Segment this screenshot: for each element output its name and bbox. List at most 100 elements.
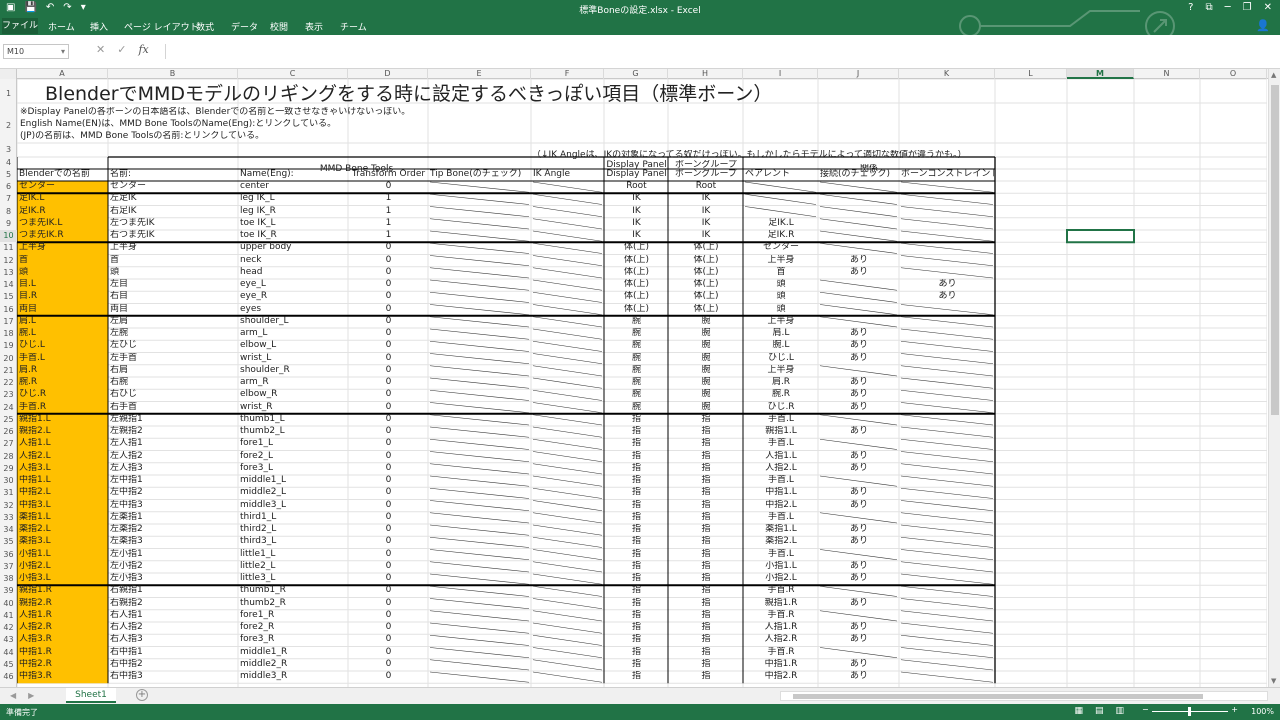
cell-d[interactable]: 0 [350, 585, 427, 596]
name-box[interactable]: M10 ▾ [3, 44, 69, 59]
cell-i[interactable]: 中指2.R [745, 671, 817, 682]
sheet-prev-icon[interactable]: ◀ [10, 691, 16, 700]
cell-a[interactable]: 人指3.R [19, 634, 107, 645]
tab-view[interactable]: 表示 [305, 20, 323, 33]
cell-c[interactable]: center [240, 181, 347, 192]
cell-h[interactable]: 腕 [670, 389, 742, 400]
cell-j[interactable]: あり [820, 426, 898, 437]
cell-c[interactable]: middle1_R [240, 647, 347, 658]
column-header-f[interactable]: F [531, 69, 604, 79]
cell-g[interactable]: 指 [606, 463, 667, 474]
row-header[interactable]: 46 [0, 671, 17, 683]
row-header[interactable]: 45 [0, 659, 17, 671]
cell-d[interactable]: 0 [350, 671, 427, 682]
cell-h[interactable]: 指 [670, 598, 742, 609]
row-header[interactable]: 21 [0, 365, 17, 377]
row-header[interactable]: 15 [0, 291, 17, 303]
column-header-l[interactable]: L [995, 69, 1067, 79]
cell-i[interactable]: 腕.R [745, 389, 817, 400]
cell-j[interactable]: あり [820, 463, 898, 474]
cell-h[interactable]: 指 [670, 500, 742, 511]
cell-h[interactable]: 腕 [670, 328, 742, 339]
cell-c[interactable]: middle2_R [240, 659, 347, 670]
cell-a[interactable]: センター [19, 181, 107, 192]
header-cell-j[interactable]: 接続(のチェック) [820, 169, 898, 180]
zoom-out-icon[interactable]: − [1142, 705, 1149, 714]
cell-g[interactable]: IK [606, 218, 667, 229]
cell-d[interactable]: 0 [350, 475, 427, 486]
cell-i[interactable]: 人指2.L [745, 463, 817, 474]
cell-b[interactable]: 右ひじ [110, 389, 237, 400]
cell-i[interactable]: 足IK.L [745, 218, 817, 229]
header-cell-b[interactable]: 名前: [110, 169, 237, 180]
vertical-scroll-thumb[interactable] [1271, 85, 1279, 415]
column-header-c[interactable]: C [238, 69, 348, 79]
cell-a[interactable]: 首 [19, 255, 107, 266]
zoom-knob[interactable] [1188, 707, 1191, 716]
cell-b[interactable]: 左薬指3 [110, 536, 237, 547]
add-sheet-button[interactable]: + [136, 689, 148, 701]
cell-h[interactable]: 指 [670, 524, 742, 535]
cell-i[interactable]: 手首.L [745, 512, 817, 523]
cell-c[interactable]: elbow_R [240, 389, 347, 400]
row-header[interactable]: 42 [0, 622, 17, 634]
cell-d[interactable]: 0 [350, 536, 427, 547]
cell-c[interactable]: middle3_R [240, 671, 347, 682]
cell-d[interactable]: 0 [350, 610, 427, 621]
cell-i[interactable]: 頭 [745, 279, 817, 290]
cell-b[interactable]: 右目 [110, 291, 237, 302]
cell-b[interactable]: 左肩 [110, 316, 237, 327]
cell-a[interactable]: 薬指3.L [19, 536, 107, 547]
cell-i[interactable]: 首 [745, 267, 817, 278]
cell-h[interactable]: 腕 [670, 365, 742, 376]
cell-g[interactable]: 指 [606, 598, 667, 609]
cell-b[interactable]: 左薬指2 [110, 524, 237, 535]
cell-i[interactable]: 肩.R [745, 377, 817, 388]
cell-d[interactable]: 0 [350, 463, 427, 474]
cell-g[interactable]: 指 [606, 487, 667, 498]
cell-h[interactable]: 指 [670, 622, 742, 633]
insert-function-icon[interactable]: fx [138, 43, 148, 56]
cell-i[interactable]: 人指1.R [745, 622, 817, 633]
cell-g[interactable]: 体(上) [606, 279, 667, 290]
cell-c[interactable]: thumb1_L [240, 414, 347, 425]
formula-input[interactable] [165, 44, 1265, 59]
cell-a[interactable]: 頭 [19, 267, 107, 278]
horizontal-scrollbar[interactable] [780, 691, 1268, 701]
cell-j[interactable]: あり [820, 487, 898, 498]
cell-b[interactable]: 左親指1 [110, 414, 237, 425]
cell-g[interactable]: 指 [606, 622, 667, 633]
column-header-e[interactable]: E [428, 69, 531, 79]
cell-g[interactable]: 指 [606, 475, 667, 486]
cell-d[interactable]: 0 [350, 304, 427, 315]
cell-b[interactable]: 左目 [110, 279, 237, 290]
row-header[interactable]: 29 [0, 463, 17, 475]
cell-i[interactable]: 小指2.L [745, 573, 817, 584]
cell-i[interactable]: 手首.L [745, 475, 817, 486]
cell-b[interactable]: 右人指3 [110, 634, 237, 645]
note-3[interactable]: (JP)の名前は、MMD Bone Toolsの名前:とリンクしている。 [20, 131, 264, 142]
row-header[interactable]: 37 [0, 561, 17, 573]
cell-a[interactable]: 小指3.L [19, 573, 107, 584]
column-header-b[interactable]: B [108, 69, 238, 79]
cell-i[interactable]: 中指1.L [745, 487, 817, 498]
note-1[interactable]: ※Display Panelの各ボーンの日本語名は、Blenderでの名前と一致… [20, 107, 410, 118]
cell-h[interactable]: 指 [670, 536, 742, 547]
cell-d[interactable]: 0 [350, 512, 427, 523]
cell-b[interactable]: 右つま先IK [110, 230, 237, 241]
cell-h[interactable]: 指 [670, 659, 742, 670]
cell-c[interactable]: third1_L [240, 512, 347, 523]
header-cell-f[interactable]: IK Angle [533, 169, 603, 180]
row-header[interactable]: 4 [0, 157, 17, 169]
cell-c[interactable]: neck [240, 255, 347, 266]
cell-d[interactable]: 0 [350, 500, 427, 511]
cell-i[interactable]: 上半身 [745, 316, 817, 327]
row-header[interactable]: 22 [0, 377, 17, 389]
row-header[interactable]: 30 [0, 475, 17, 487]
cell-b[interactable]: 両目 [110, 304, 237, 315]
column-header-o[interactable]: O [1200, 69, 1267, 79]
cell-b[interactable]: 左小指2 [110, 561, 237, 572]
cell-c[interactable]: toe IK_L [240, 218, 347, 229]
cell-c[interactable]: shoulder_L [240, 316, 347, 327]
row-header[interactable]: 19 [0, 340, 17, 352]
